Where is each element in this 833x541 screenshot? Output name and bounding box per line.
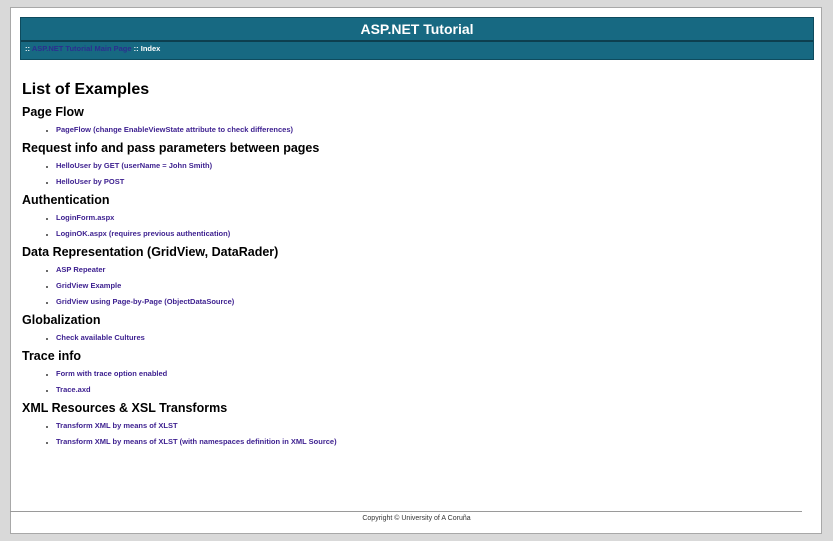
link-list: Transform XML by means of XLST Transform… [22, 421, 802, 446]
list-item: Check available Cultures [56, 333, 802, 342]
site-title: ASP.NET Tutorial [360, 21, 474, 37]
example-link[interactable]: GridView using Page-by-Page (ObjectDataS… [56, 297, 234, 306]
example-link[interactable]: HelloUser by POST [56, 177, 124, 186]
footer-copyright: Copyright © University of A Coruña [362, 515, 471, 522]
section-heading-globalization: Globalization [22, 312, 101, 327]
link-list: PageFlow (change EnableViewState attribu… [22, 125, 802, 134]
example-link[interactable]: GridView Example [56, 281, 121, 290]
example-link[interactable]: Form with trace option enabled [56, 369, 167, 378]
list-item: Form with trace option enabled [56, 369, 802, 378]
example-link[interactable]: Transform XML by means of XLST [56, 421, 178, 430]
section-heading-page-flow: Page Flow [22, 104, 84, 119]
header-divider [21, 40, 813, 42]
link-list: ASP Repeater GridView Example GridView u… [22, 265, 802, 306]
page-header: ASP.NET Tutorial :: ASP.NET Tutorial Mai… [20, 17, 814, 60]
example-link[interactable]: PageFlow (change EnableViewState attribu… [56, 125, 293, 134]
list-item: LoginOK.aspx (requires previous authenti… [56, 229, 802, 238]
breadcrumb-prefix: :: [25, 44, 32, 53]
section-heading-authentication: Authentication [22, 192, 110, 207]
example-link[interactable]: Trace.axd [56, 385, 91, 394]
list-item: GridView Example [56, 281, 802, 290]
list-item: GridView using Page-by-Page (ObjectDataS… [56, 297, 802, 306]
list-item: Transform XML by means of XLST (with nam… [56, 437, 802, 446]
example-link[interactable]: LoginOK.aspx (requires previous authenti… [56, 229, 230, 238]
list-item: LoginForm.aspx [56, 213, 802, 222]
breadcrumb-main-page-link[interactable]: ASP.NET Tutorial Main Page [32, 44, 132, 53]
breadcrumb-current: Index [140, 44, 161, 53]
page-frame: ASP.NET Tutorial :: ASP.NET Tutorial Mai… [10, 7, 822, 534]
section-heading-xml-resources: XML Resources & XSL Transforms [22, 400, 228, 415]
breadcrumb-separator: :: [131, 44, 141, 53]
link-list: Check available Cultures [22, 333, 802, 342]
list-item: Trace.axd [56, 385, 802, 394]
section-heading-data-representation: Data Representation (GridView, DataRader… [22, 244, 279, 259]
list-item: PageFlow (change EnableViewState attribu… [56, 125, 802, 134]
link-list: HelloUser by GET (userName = John Smith)… [22, 161, 802, 186]
example-link[interactable]: Transform XML by means of XLST (with nam… [56, 437, 337, 446]
breadcrumb: :: ASP.NET Tutorial Main Page :: Index [25, 44, 160, 53]
list-item: ASP Repeater [56, 265, 802, 274]
link-list: Form with trace option enabled Trace.axd [22, 369, 802, 394]
page-title: List of Examples [22, 81, 150, 98]
list-item: HelloUser by GET (userName = John Smith) [56, 161, 802, 170]
list-item: Transform XML by means of XLST [56, 421, 802, 430]
footer-divider [10, 511, 802, 512]
link-list: LoginForm.aspx LoginOK.aspx (requires pr… [22, 213, 802, 238]
example-link[interactable]: HelloUser by GET (userName = John Smith) [56, 161, 212, 170]
example-link[interactable]: LoginForm.aspx [56, 213, 114, 222]
section-heading-request-info: Request info and pass parameters between… [22, 140, 320, 155]
list-item: HelloUser by POST [56, 177, 802, 186]
example-link[interactable]: Check available Cultures [56, 333, 145, 342]
section-heading-trace-info: Trace info [22, 348, 82, 363]
example-link[interactable]: ASP Repeater [56, 265, 105, 274]
main-content: List of Examples Page Flow PageFlow (cha… [22, 81, 802, 453]
